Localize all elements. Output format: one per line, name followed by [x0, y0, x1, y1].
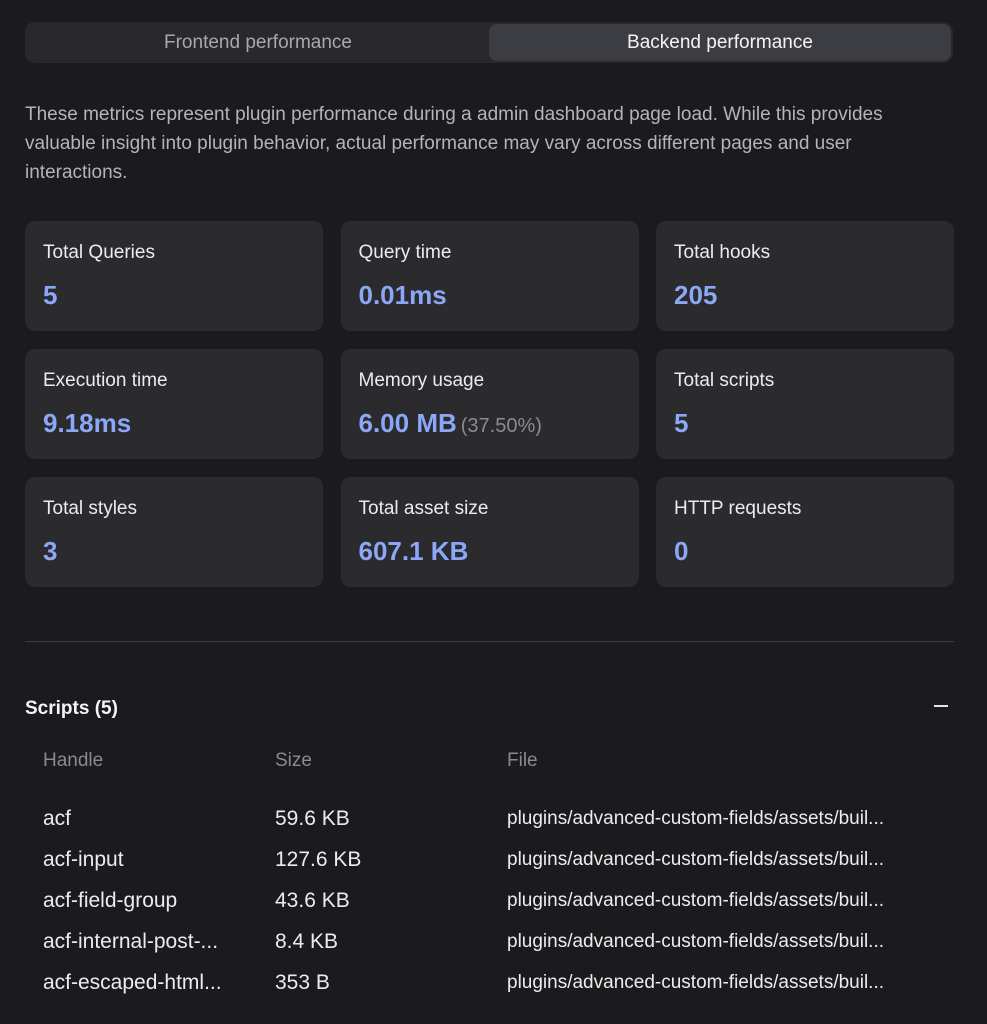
metric-label: Total asset size: [358, 498, 489, 519]
script-handle: acf: [43, 807, 72, 830]
metric-value: 0: [674, 536, 689, 566]
metric-card-query-time: Query time 0.01ms: [340, 221, 639, 331]
metric-value: 5: [43, 280, 58, 310]
script-size: 8.4 KB: [275, 930, 339, 953]
column-header-handle: Handle: [43, 750, 104, 771]
script-handle: acf-input: [43, 848, 124, 871]
metric-card-execution-time: Execution time 9.18ms: [25, 349, 323, 459]
metric-sub-value: (37.50%): [460, 415, 542, 437]
table-row: acf 59.6 KB plugins/advanced-custom-fiel…: [43, 806, 953, 847]
metric-label: Total hooks: [674, 242, 771, 263]
metric-value: 9.18ms: [43, 408, 132, 438]
script-handle: acf-internal-post-...: [43, 930, 219, 953]
performance-panel: Frontend performance Backend performance…: [0, 0, 987, 1024]
metric-card-total-styles: Total styles 3: [25, 477, 323, 587]
metric-label: Total scripts: [674, 370, 775, 391]
table-header: Handle Size File: [43, 750, 953, 776]
column-header-file: File: [507, 750, 538, 771]
metric-card-total-hooks: Total hooks 205: [656, 221, 954, 331]
metric-card-total-asset-size: Total asset size 607.1 KB: [340, 477, 639, 587]
section-divider: [25, 641, 954, 642]
metric-value: 607.1 KB: [358, 536, 469, 566]
metric-card-total-queries: Total Queries 5: [25, 221, 323, 331]
metric-card-memory-usage: Memory usage 6.00 MB (37.50%): [340, 349, 639, 459]
metric-value: 3: [43, 536, 58, 566]
script-file: plugins/advanced-custom-fields/assets/bu…: [507, 931, 885, 952]
metric-label: HTTP requests: [674, 498, 802, 519]
metric-value: 205: [674, 280, 718, 310]
table-row: acf-input 127.6 KB plugins/advanced-cust…: [43, 847, 953, 888]
scripts-section-title: Scripts (5): [25, 698, 118, 719]
script-handle: acf-escaped-html...: [43, 971, 222, 994]
table-row: acf-field-group 43.6 KB plugins/advanced…: [43, 888, 953, 929]
table-row: acf-escaped-html... 353 B plugins/advanc…: [43, 970, 953, 1011]
metric-value: 5: [674, 408, 689, 438]
script-size: 43.6 KB: [275, 889, 350, 912]
metric-value: 0.01ms: [358, 280, 447, 310]
metric-label: Memory usage: [358, 370, 485, 391]
script-size: 127.6 KB: [275, 848, 362, 871]
metric-card-total-scripts: Total scripts 5: [656, 349, 954, 459]
column-header-size: Size: [275, 750, 312, 771]
script-file: plugins/advanced-custom-fields/assets/bu…: [507, 808, 885, 829]
tab-frontend-performance[interactable]: Frontend performance: [27, 24, 489, 61]
metrics-grid: Total Queries 5 Query time 0.01ms Total …: [25, 221, 954, 587]
script-file: plugins/advanced-custom-fields/assets/bu…: [507, 849, 885, 870]
tab-backend-performance[interactable]: Backend performance: [489, 24, 951, 61]
table-row: acf-internal-post-... 8.4 KB plugins/adv…: [43, 929, 953, 970]
scripts-table: Handle Size File acf 59.6 KB plugins/adv…: [43, 750, 953, 1011]
metric-label: Total styles: [43, 498, 137, 519]
metric-value: 6.00 MB (37.50%): [358, 408, 542, 438]
performance-description: These metrics represent plugin performan…: [25, 104, 883, 183]
script-file: plugins/advanced-custom-fields/assets/bu…: [507, 890, 885, 911]
performance-tabs: Frontend performance Backend performance: [25, 22, 953, 63]
metric-label: Total Queries: [43, 242, 155, 263]
script-file: plugins/advanced-custom-fields/assets/bu…: [507, 972, 885, 993]
metric-card-http-requests: HTTP requests 0: [656, 477, 954, 587]
metric-label: Execution time: [43, 370, 168, 391]
minus-icon[interactable]: [933, 696, 949, 716]
script-size: 353 B: [275, 971, 330, 994]
script-handle: acf-field-group: [43, 889, 178, 912]
script-size: 59.6 KB: [275, 807, 350, 830]
metric-label: Query time: [358, 242, 452, 263]
